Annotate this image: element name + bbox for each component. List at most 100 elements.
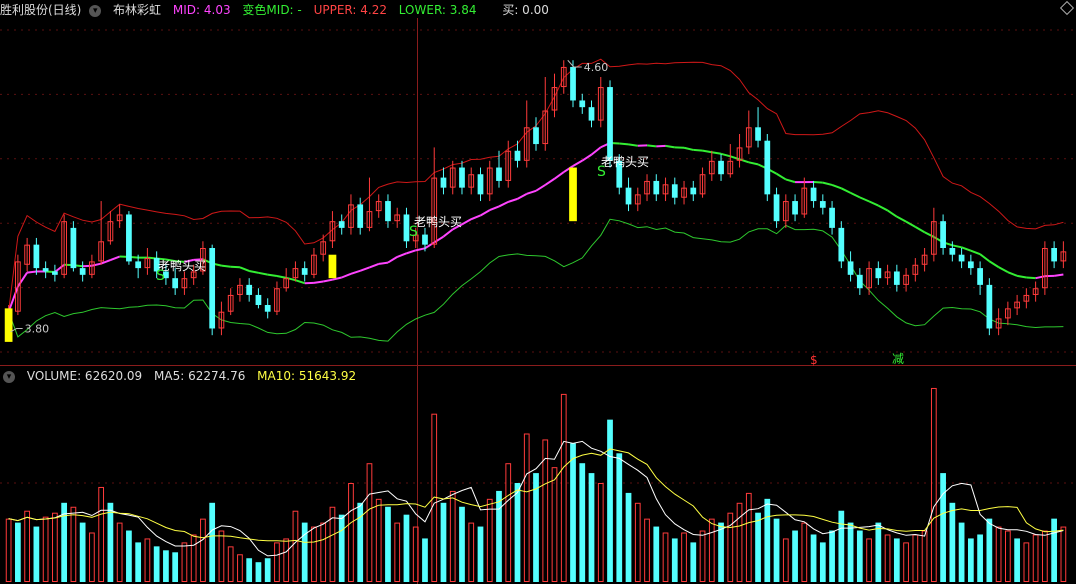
volume-bar-down [977,534,983,582]
volume-bar-up [1042,530,1048,583]
volume-bar-down [209,502,216,582]
volume-bar-down [338,514,345,582]
candle-body-down [949,248,956,255]
mid-band-segment [979,253,990,263]
mid-band-segment [507,197,518,203]
volume-bar-up [468,522,475,582]
upper-value: UPPER: 4.22 [313,3,387,17]
volume-bar-up [551,467,558,582]
mid-band-segment [572,159,583,167]
volume-bar-up [375,498,382,582]
volume-bar-down [810,534,817,582]
buy-value: 买: 0.00 [502,3,549,17]
mid-band-segment [553,171,565,180]
volume-bar-down [856,530,863,582]
candle-body-down [357,204,364,228]
candle-body-down [579,100,586,108]
volume-bar-down [357,502,364,582]
candle-body-down [893,271,900,285]
volume-bar-down [246,558,253,582]
volume-bar-down [671,538,678,582]
volume-bar-down [385,506,391,582]
mid-band-segment [489,205,500,212]
volume-bar-up [801,522,808,582]
mid-band-segment [831,184,842,190]
mid-band-segment [295,279,306,285]
mid-band-segment [1035,275,1046,280]
volume-bar-up [237,554,243,583]
candle-body-down [838,227,845,262]
indicator-name[interactable]: 布林彩虹 [113,3,161,17]
candle-body-down [810,187,817,202]
mid-band-segment [813,180,823,184]
mid-band-segment [619,142,629,146]
candle-body-down [967,261,974,269]
candle-body-down [829,207,835,228]
lower-value: LOWER: 3.84 [398,3,477,17]
mid-band-segment [248,269,259,274]
volume-bar-down [967,538,974,582]
mid-value: MID: 4.03 [172,3,231,17]
mid-band-segment [544,177,556,186]
mid-band-segment [905,220,916,228]
volume-bar-down [79,522,86,582]
volume-bars [5,387,1067,583]
red-signal-marker: $ [810,353,818,367]
chevron-down-icon[interactable]: ▾ [3,370,15,383]
volume-bar-up [1023,542,1030,583]
volume-bar-up [89,532,95,582]
mid-band-segment [822,181,833,186]
candle-body-down [135,261,142,269]
volume-bar-up [505,463,512,583]
volume-bar-down [570,443,576,582]
mid-band-segment [914,226,926,234]
mid-band-segment [1053,273,1064,277]
volume-bar-up [366,463,373,583]
candle-body-down [70,227,77,269]
volume-bar-down [847,522,854,582]
mid-band-segment [341,272,352,279]
candlestick-chart[interactable]: 4.603.80老鸭头买老鸭头买老鸭头买SSS$ 减 [0,0,1076,584]
mid-band-segment [887,209,898,218]
high-marker-line [567,59,582,68]
mid-band-segment [628,143,638,147]
mid-band-segment [535,184,546,192]
lower-band-line [8,218,1064,342]
stock-title[interactable]: 胜利股份(日线) [0,3,81,17]
volume-bar-up [681,532,687,582]
mid-band-segment [988,260,1000,268]
volume-bar-down [403,514,410,582]
mid-band-segment [230,265,240,269]
volume-bar-up [634,502,641,582]
mid-band-segment [387,256,398,264]
volume-bar-down [459,506,465,582]
volume-bar-down [764,498,771,582]
volume-bar-down [255,562,262,582]
mid-band-segment [27,270,37,274]
mid-band-segment [1026,276,1036,280]
mid-band-segment [776,172,787,181]
candle-body-down [172,278,179,289]
candle-body-down [792,201,798,215]
volume-bar-up [181,542,188,583]
mid-band-segment [729,155,740,161]
mid-band-segment [396,252,407,258]
candle-body-down [653,180,660,195]
volume-bar-down [718,522,724,582]
volume-bar-down [422,538,428,582]
mid-band-segment [406,249,417,255]
volume-bar-up [782,538,789,583]
volume-bar-down [153,546,160,582]
s-marker: S [156,268,165,284]
candle-body-down [847,261,854,275]
mid-band-segment [683,146,694,151]
mid-band-segment [91,262,102,267]
mid-band-segment [646,144,657,148]
candle-body-down [338,221,345,228]
chevron-down-icon[interactable]: ▾ [89,4,102,17]
mid-band-segment [276,275,287,279]
candle-body-down [588,107,595,121]
mid-band-segment [433,235,445,244]
volume-bar-down [755,512,761,582]
volume-bar-down [958,522,965,582]
